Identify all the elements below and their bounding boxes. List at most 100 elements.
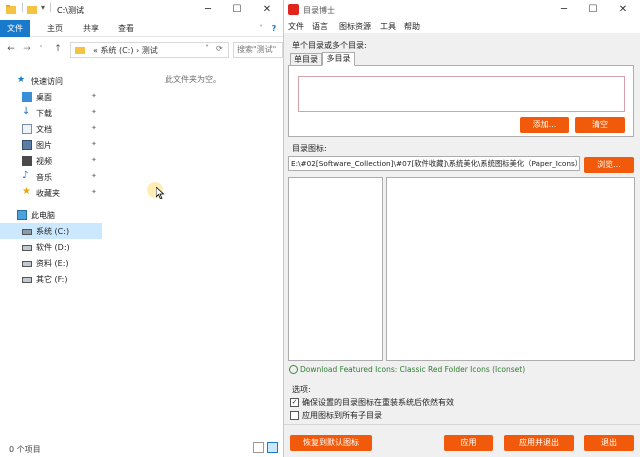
menu-file[interactable]: 文件 bbox=[288, 21, 304, 32]
maximize-icon[interactable]: ☐ bbox=[578, 0, 608, 20]
address-input[interactable]: « 系统 (C:) › 测试 ˅ ⟳ bbox=[70, 42, 229, 58]
nav-item-label: 视频 bbox=[36, 157, 52, 166]
download-icons-link[interactable]: Download Featured Icons: Classic Red Fol… bbox=[300, 365, 525, 374]
menu-tools[interactable]: 工具 bbox=[380, 21, 396, 32]
item-count: 0 个项目 bbox=[9, 445, 41, 454]
ribbon-tab-file[interactable]: 文件 bbox=[0, 20, 30, 37]
nav-item-label: 软件 (D:) bbox=[36, 243, 70, 252]
explorer-titlebar: │ ▾ │ C:\测试 ─ ☐ ✕ bbox=[0, 0, 283, 20]
pin-icon[interactable]: ✦ bbox=[91, 188, 97, 196]
menu-language[interactable]: 语言 bbox=[312, 21, 328, 32]
window-title: C:\测试 bbox=[57, 6, 84, 15]
folder-section-label: 单个目录或多个目录: bbox=[292, 41, 367, 50]
close-icon[interactable]: ✕ bbox=[608, 0, 638, 20]
ribbon-tab-view[interactable]: 查看 bbox=[111, 20, 141, 37]
drive-icon bbox=[22, 261, 32, 267]
window-title: 目录博士 bbox=[303, 6, 335, 15]
restore-default-button[interactable]: 恢复到默认图标 bbox=[290, 435, 372, 451]
exit-button[interactable]: 退出 bbox=[584, 435, 634, 451]
nav-item-favorites[interactable]: ★ 收藏夹 ✦ bbox=[0, 185, 102, 201]
nav-item-downloads[interactable]: ↓ 下载 ✦ bbox=[0, 105, 102, 121]
menu-bar: 文件 语言 图标资源 工具 帮助 bbox=[284, 20, 640, 33]
pin-icon[interactable]: ✦ bbox=[91, 92, 97, 100]
pin-icon[interactable]: ✦ bbox=[91, 156, 97, 164]
app-logo-icon bbox=[288, 4, 299, 15]
nav-item-label: 其它 (F:) bbox=[36, 275, 68, 284]
folder-marker-window: 目录博士 ─ ☐ ✕ 文件 语言 图标资源 工具 帮助 单个目录或多个目录: 单… bbox=[284, 0, 640, 457]
tab-multi-folder[interactable]: 多目录 bbox=[322, 52, 355, 66]
back-arrow-icon[interactable]: ← bbox=[4, 42, 18, 56]
ribbon: 文件 主页 共享 查看 ˅ ? bbox=[0, 20, 283, 37]
icon-path-input[interactable]: E:\#02[Software_Collection]\#07[软件收藏]\系统… bbox=[288, 156, 580, 171]
forward-arrow-icon[interactable]: → bbox=[20, 42, 34, 56]
nav-item-drive-c[interactable]: 系统 (C:) bbox=[0, 223, 102, 239]
add-button[interactable]: 添加... bbox=[520, 117, 569, 133]
nav-item-desktop[interactable]: 桌面 ✦ bbox=[0, 89, 102, 105]
apply-and-exit-button[interactable]: 应用并退出 bbox=[504, 435, 574, 451]
computer-icon bbox=[17, 210, 27, 220]
pin-icon[interactable]: ✦ bbox=[91, 172, 97, 180]
nav-item-label: 快速访问 bbox=[31, 77, 63, 86]
nav-item-videos[interactable]: 视频 ✦ bbox=[0, 153, 102, 169]
nav-item-documents[interactable]: 文档 ✦ bbox=[0, 121, 102, 137]
minimize-icon[interactable]: ─ bbox=[193, 0, 223, 20]
option2-checkbox[interactable] bbox=[290, 411, 299, 420]
nav-item-this-pc[interactable]: 此电脑 bbox=[0, 207, 102, 223]
footer-separator bbox=[284, 424, 640, 425]
address-path: « 系统 (C:) › 测试 bbox=[93, 46, 158, 55]
favorites-icon: ★ bbox=[22, 186, 31, 197]
video-icon bbox=[22, 156, 32, 166]
menu-help[interactable]: 帮助 bbox=[404, 21, 420, 32]
nav-item-label: 桌面 bbox=[36, 93, 52, 102]
pin-icon[interactable]: ✦ bbox=[91, 108, 97, 116]
pin-icon[interactable]: ✦ bbox=[91, 140, 97, 148]
folder-list-box[interactable] bbox=[298, 76, 625, 112]
nav-item-drive-e[interactable]: 资料 (E:) bbox=[0, 255, 102, 271]
chevron-down-icon[interactable]: ˅ bbox=[34, 42, 48, 56]
document-icon bbox=[22, 124, 32, 134]
refresh-icon[interactable]: ⟳ bbox=[216, 44, 223, 53]
music-icon: ♪ bbox=[22, 170, 29, 181]
maximize-icon[interactable]: ☐ bbox=[222, 0, 252, 20]
minimize-icon[interactable]: ─ bbox=[549, 0, 579, 20]
help-icon[interactable]: ? bbox=[268, 20, 280, 37]
chevron-down-icon[interactable]: ˅ bbox=[255, 20, 267, 37]
nav-item-pictures[interactable]: 图片 ✦ bbox=[0, 137, 102, 153]
mouse-cursor-icon bbox=[156, 187, 164, 199]
option2-label: 应用图标到所有子目录 bbox=[302, 411, 382, 420]
ribbon-tab-home[interactable]: 主页 bbox=[40, 20, 70, 37]
nav-item-music[interactable]: ♪ 音乐 ✦ bbox=[0, 169, 102, 185]
close-icon[interactable]: ✕ bbox=[252, 0, 282, 20]
up-arrow-icon[interactable]: ↑ bbox=[51, 42, 65, 56]
nav-item-label: 文档 bbox=[36, 125, 52, 134]
picture-icon bbox=[22, 140, 32, 150]
drive-icon bbox=[22, 277, 32, 283]
option1-checkbox[interactable]: ✓ bbox=[290, 398, 299, 407]
pin-icon[interactable]: ✦ bbox=[91, 124, 97, 132]
nav-item-label: 资料 (E:) bbox=[36, 259, 69, 268]
download-icon: ↓ bbox=[22, 106, 31, 117]
nav-item-drive-f[interactable]: 其它 (F:) bbox=[0, 271, 102, 287]
folder-icon bbox=[75, 47, 85, 54]
option1-label: 确保设置的目录图标在重装系统后依然有效 bbox=[302, 398, 454, 407]
menu-icon-resources[interactable]: 图标资源 bbox=[339, 21, 371, 32]
empty-folder-message: 此文件夹为空。 bbox=[165, 75, 221, 84]
search-input[interactable]: 搜索"测试" bbox=[233, 42, 283, 58]
large-icons-view-icon[interactable] bbox=[267, 442, 278, 453]
nav-item-quick-access[interactable]: ★ 快速访问 bbox=[0, 73, 102, 89]
chevron-down-icon[interactable]: ˅ bbox=[205, 44, 209, 53]
nav-item-label: 下载 bbox=[36, 109, 52, 118]
browse-button[interactable]: 浏览... bbox=[584, 157, 634, 173]
icon-preview-grid[interactable] bbox=[386, 177, 635, 361]
nav-item-label: 图片 bbox=[36, 141, 52, 150]
nav-item-drive-d[interactable]: 软件 (D:) bbox=[0, 239, 102, 255]
details-view-icon[interactable] bbox=[253, 442, 264, 453]
clear-button[interactable]: 清空 bbox=[575, 117, 625, 133]
folder-icon bbox=[6, 5, 16, 14]
apply-button[interactable]: 应用 bbox=[444, 435, 493, 451]
icon-section-label: 目录图标: bbox=[292, 144, 327, 153]
folder-icon[interactable] bbox=[27, 5, 37, 14]
icon-folder-tree[interactable] bbox=[288, 177, 383, 361]
nav-item-label: 音乐 bbox=[36, 173, 52, 182]
ribbon-tab-share[interactable]: 共享 bbox=[76, 20, 106, 37]
